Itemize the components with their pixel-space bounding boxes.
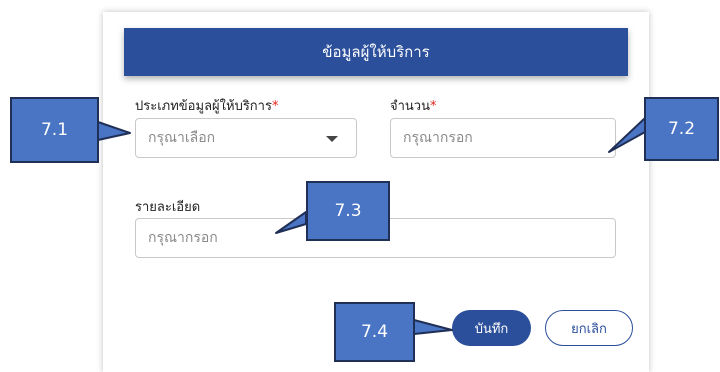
callout-arrow-7-2 (608, 117, 646, 153)
callout-arrow-7-3 (275, 211, 307, 234)
callout-arrow-7-1 (97, 121, 131, 141)
callout-arrow-7-4 (413, 319, 453, 335)
callout-7-3: 7.3 (306, 181, 390, 241)
callout-7-2: 7.2 (644, 97, 719, 161)
callout-7-4: 7.4 (334, 302, 415, 362)
callout-7-1: 7.1 (10, 97, 99, 163)
